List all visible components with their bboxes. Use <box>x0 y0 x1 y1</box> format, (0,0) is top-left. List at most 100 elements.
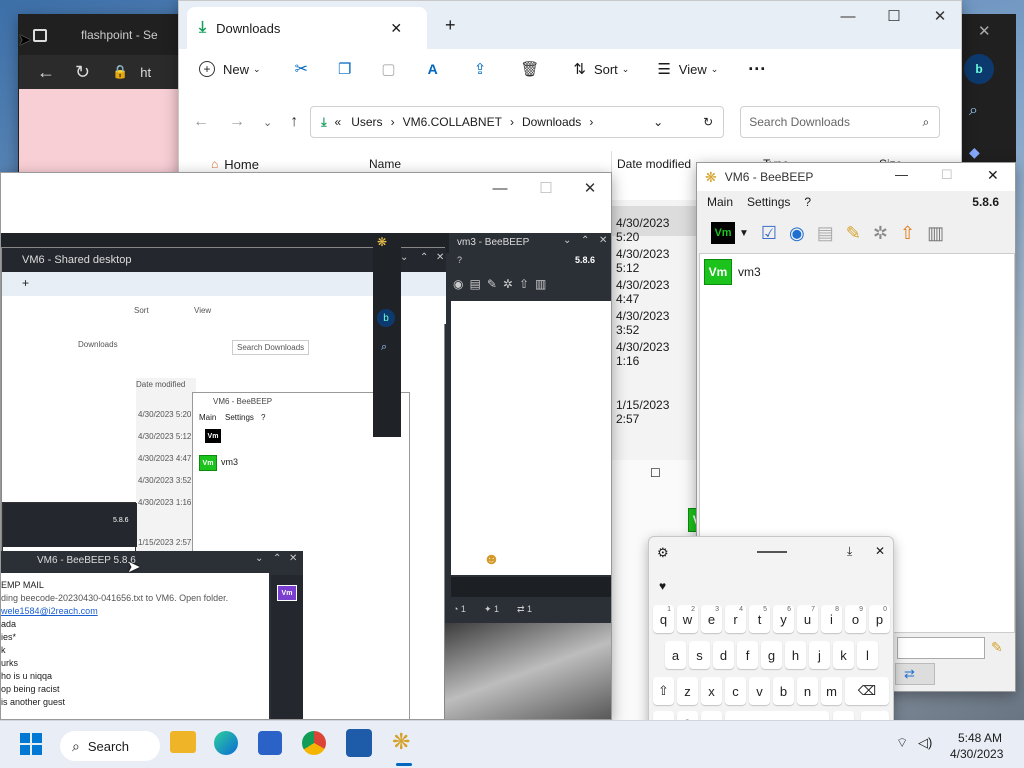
maximize-icon[interactable]: ☐ <box>871 1 917 31</box>
address-bar[interactable]: ht <box>140 65 151 80</box>
vm3-maximize-icon[interactable]: ⌃ <box>581 235 589 246</box>
folder-icon[interactable]: ▤ <box>469 277 480 291</box>
trash-icon[interactable]: ▥ <box>927 223 944 244</box>
remote-bing-icon[interactable]: b <box>377 309 395 327</box>
key-i[interactable]: i8 <box>821 605 842 633</box>
tools-icon[interactable]: ✲ <box>503 277 513 291</box>
file-date[interactable]: 4/30/2023 5:12 <box>616 247 696 275</box>
backspace-key[interactable]: ⌫ <box>845 677 889 705</box>
key-g[interactable]: g <box>761 641 782 669</box>
key-c[interactable]: c <box>725 677 746 705</box>
explorer-tab[interactable]: ⤓ Downloads ✕ <box>187 7 427 49</box>
store-icon[interactable] <box>258 731 282 755</box>
tools-icon[interactable]: ✲ <box>873 223 888 244</box>
key-p[interactable]: p0 <box>869 605 890 633</box>
menu-help[interactable]: ? <box>804 195 811 209</box>
key-d[interactable]: d <box>713 641 734 669</box>
column-name[interactable]: Name <box>369 157 401 171</box>
new-icon[interactable]: + <box>199 61 215 77</box>
key-t[interactable]: t5 <box>749 605 770 633</box>
key-l[interactable]: l <box>857 641 878 669</box>
cut-icon[interactable]: ✂ <box>295 59 308 79</box>
network-icon[interactable]: ◉ <box>453 277 463 291</box>
inner-breadcrumb[interactable]: Downloads <box>78 340 118 349</box>
browser-tab-icon[interactable] <box>33 28 47 42</box>
inner-sort-label[interactable]: Sort <box>134 306 149 315</box>
vm3-menu-help[interactable]: ? <box>457 255 462 265</box>
remote-search-icon[interactable]: ⌕ <box>381 341 387 354</box>
delete-icon[interactable]: 🗑 <box>520 60 539 78</box>
key-e[interactable]: e3 <box>701 605 722 633</box>
menu-settings[interactable]: Settings <box>747 195 790 209</box>
close-icon[interactable]: ✕ <box>987 167 999 184</box>
user-list-item[interactable]: Vm vm3 <box>704 258 761 286</box>
close-icon[interactable]: ✕ <box>978 22 991 40</box>
file-explorer-icon[interactable] <box>170 731 196 753</box>
overflow-icon[interactable]: « <box>335 115 342 129</box>
clock-time[interactable]: 5:48 AM <box>958 731 1002 745</box>
vm3-user-list[interactable] <box>451 301 611 575</box>
refresh-icon[interactable]: ↻ <box>703 115 713 129</box>
paste-icon[interactable]: ▢ <box>381 60 395 78</box>
inner-beebeep-menu[interactable]: ? <box>261 413 265 422</box>
maximize-icon[interactable]: ☐ <box>650 466 661 480</box>
remote-chat-minimize-icon[interactable]: ⌄ <box>255 553 263 564</box>
close-keyboard-icon[interactable]: ✕ <box>875 544 885 558</box>
back-arrow-icon[interactable]: ← <box>37 62 55 83</box>
shift-key[interactable]: ⇧ <box>653 677 674 705</box>
edge-icon[interactable] <box>214 731 238 755</box>
minimize-icon[interactable]: — <box>825 1 871 31</box>
copilot-icon[interactable]: ◆ <box>969 144 980 161</box>
inner-maximize-icon[interactable]: ⌃ <box>420 252 428 263</box>
back-icon[interactable]: ← <box>193 113 209 131</box>
key-u[interactable]: u7 <box>797 605 818 633</box>
breadcrumb-item[interactable]: VM6.COLLABNET <box>403 115 502 129</box>
key-a[interactable]: a <box>665 641 686 669</box>
inner-close-icon[interactable]: ✕ <box>436 252 444 263</box>
refresh-icon[interactable]: ↻ <box>75 62 90 83</box>
key-z[interactable]: z <box>677 677 698 705</box>
vm3-minimize-icon[interactable]: ⌄ <box>563 235 571 246</box>
windows-start-icon[interactable] <box>20 733 42 755</box>
emoji-icon[interactable]: ♥ <box>659 579 666 593</box>
volume-icon[interactable]: ◁) <box>918 735 932 751</box>
view-button[interactable]: View <box>679 62 707 77</box>
copy-icon[interactable]: ❐ <box>338 60 351 78</box>
browser-tab-title[interactable]: flashpoint - Se <box>81 28 158 42</box>
chat-line[interactable]: ding beecode-20230430-041656.txt to VM6.… <box>1 592 269 605</box>
status-dropdown-icon[interactable]: ▼ <box>739 228 749 239</box>
wifi-icon[interactable]: ⌔ <box>896 735 908 751</box>
breadcrumb-item[interactable]: Downloads <box>522 115 581 129</box>
edit-icon[interactable]: ✎ <box>846 223 861 244</box>
file-date[interactable]: 4/30/2023 1:16 <box>616 340 696 368</box>
breadcrumb-item[interactable]: Users <box>351 115 382 129</box>
key-j[interactable]: j <box>809 641 830 669</box>
edit-icon[interactable]: ✎ <box>487 277 497 291</box>
key-b[interactable]: b <box>773 677 794 705</box>
status-vm-badge[interactable]: Vm <box>711 222 735 244</box>
minimize-icon[interactable]: — <box>477 173 523 203</box>
trash-icon[interactable]: ▥ <box>535 277 546 291</box>
file-date[interactable]: 4/30/2023 5:20 <box>616 216 696 244</box>
chat-count-icon[interactable]: ◔ 1 <box>453 604 466 614</box>
new-button[interactable]: New <box>223 62 249 77</box>
message-input[interactable] <box>897 637 985 659</box>
more-icon[interactable]: ··· <box>748 59 766 80</box>
chat-line-link[interactable]: wele1584@i2reach.com <box>1 605 269 618</box>
key-f[interactable]: f <box>737 641 758 669</box>
key-k[interactable]: k <box>833 641 854 669</box>
up-icon[interactable]: ↑ <box>290 113 298 131</box>
minimize-icon[interactable]: — <box>895 167 908 182</box>
file-count-icon[interactable]: ⇄ 1 <box>517 604 532 615</box>
search-icon[interactable]: ⌕ <box>969 102 978 120</box>
dock-icon[interactable]: ⤓ <box>847 544 852 559</box>
app-icon[interactable] <box>346 729 372 757</box>
view-icon[interactable]: ☰ <box>657 60 670 78</box>
clock-date[interactable]: 4/30/2023 <box>950 747 1003 761</box>
folder-icon[interactable]: ▤ <box>817 223 834 244</box>
key-q[interactable]: q1 <box>653 605 674 633</box>
inner-user-badge[interactable]: Vm <box>199 455 217 471</box>
key-s[interactable]: s <box>689 641 710 669</box>
network-icon[interactable]: ◉ <box>789 223 805 244</box>
recent-icon[interactable]: ⌄ <box>263 116 272 129</box>
